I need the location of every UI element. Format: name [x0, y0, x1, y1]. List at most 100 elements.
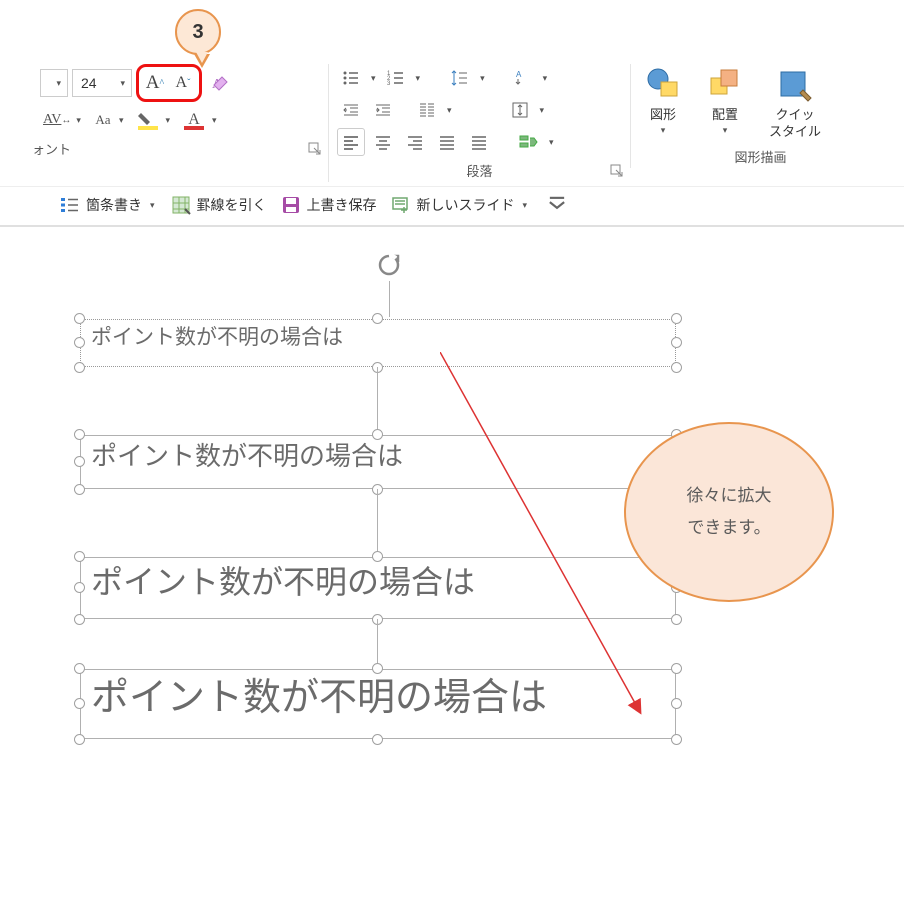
- resize-handle[interactable]: [671, 698, 682, 709]
- resize-handle[interactable]: [74, 313, 85, 324]
- drawing-group: 図形 ▾ 配置 ▾ クイッ スタイル 図形描画: [630, 64, 890, 168]
- font-name-select[interactable]: ▾: [40, 69, 68, 97]
- svg-text:3: 3: [387, 81, 391, 87]
- chevron-down-icon[interactable]: ▾: [163, 115, 172, 126]
- qat-bullets-label: 箇条書き: [86, 195, 142, 215]
- highlight-color-button[interactable]: [135, 106, 163, 134]
- connector-line: [377, 489, 378, 557]
- font-group-label: ォント: [32, 139, 328, 158]
- decrease-indent-button[interactable]: [337, 96, 365, 124]
- textbox-2[interactable]: ポイント数が不明の場合は: [80, 435, 676, 489]
- bullets-button[interactable]: [337, 64, 365, 92]
- chevron-down-icon[interactable]: ▾: [210, 115, 219, 126]
- arrange-button[interactable]: 配置 ▾: [701, 64, 749, 138]
- chevron-down-icon[interactable]: ▾: [547, 137, 556, 148]
- dialog-launcher-icon[interactable]: [308, 142, 322, 156]
- textbox-1[interactable]: ポイント数が不明の場合は: [80, 319, 676, 367]
- resize-handle[interactable]: [74, 734, 85, 745]
- chevron-down-icon: ▾: [148, 200, 157, 211]
- chevron-down-icon[interactable]: ▾: [414, 73, 423, 84]
- text-direction-button[interactable]: A: [509, 64, 537, 92]
- textbox-1-text: ポイント数が不明の場合は: [91, 325, 343, 349]
- line-spacing-button[interactable]: [446, 64, 474, 92]
- ribbon-area: 3 ▾ 24 ▾ A^ Aˇ A: [0, 0, 904, 227]
- resize-handle[interactable]: [372, 734, 383, 745]
- chevron-down-icon[interactable]: ▾: [538, 105, 547, 116]
- align-center-button[interactable]: [369, 128, 397, 156]
- resize-handle[interactable]: [671, 313, 682, 324]
- columns-button[interactable]: [413, 96, 441, 124]
- chevron-down-icon[interactable]: ▾: [74, 115, 83, 126]
- quick-access-toolbar: 箇条書き ▾ 罫線を引く 上書き保存 新しいスライド ▾: [0, 186, 904, 227]
- font-group: ▾ 24 ▾ A^ Aˇ A AV ↔ ▾: [32, 64, 328, 160]
- qat-grid-label: 罫線を引く: [197, 195, 267, 215]
- textbox-4-text: ポイント数が不明の場合は: [91, 677, 547, 719]
- font-size-value: 24: [81, 75, 97, 91]
- qat-newslide-label: 新しいスライド: [417, 195, 515, 215]
- resize-handle[interactable]: [74, 484, 85, 495]
- chevron-down-icon: ▾: [521, 200, 530, 211]
- resize-handle[interactable]: [74, 362, 85, 373]
- chevron-down-icon: ▾: [54, 78, 63, 89]
- resize-handle[interactable]: [74, 582, 85, 593]
- callout-line2: できます。: [687, 512, 772, 544]
- qat-save-label: 上書き保存: [307, 195, 377, 215]
- qat-bullets-button[interactable]: 箇条書き ▾: [60, 195, 157, 215]
- resize-handle[interactable]: [74, 614, 85, 625]
- distribute-button[interactable]: [465, 128, 493, 156]
- rotation-handle-icon[interactable]: [376, 252, 402, 317]
- resize-handle[interactable]: [671, 362, 682, 373]
- clear-formatting-button[interactable]: A: [206, 69, 234, 97]
- textbox-3[interactable]: ポイント数が不明の場合は: [80, 557, 676, 619]
- resize-handle[interactable]: [671, 663, 682, 674]
- resize-handle[interactable]: [372, 313, 383, 324]
- resize-handle[interactable]: [671, 337, 682, 348]
- chevron-down-icon[interactable]: ▾: [369, 73, 378, 84]
- slide-canvas: ポイント数が不明の場合は ポイント数が不明の場合は ポイント数が不明の場合は: [0, 227, 904, 807]
- svg-text:A: A: [516, 70, 522, 79]
- textbox-4[interactable]: ポイント数が不明の場合は: [80, 669, 676, 739]
- paragraph-group: ▾ 123 ▾ ▾ A ▾ ▾ ▾: [328, 64, 630, 182]
- chevron-down-icon[interactable]: ▾: [117, 115, 126, 126]
- chevron-down-icon[interactable]: ▾: [541, 73, 550, 84]
- resize-handle[interactable]: [74, 456, 85, 467]
- smartart-button[interactable]: [515, 128, 543, 156]
- decrease-font-size-button[interactable]: Aˇ: [169, 69, 197, 97]
- qat-overflow-button[interactable]: [547, 195, 567, 215]
- dialog-launcher-icon[interactable]: [610, 164, 624, 178]
- chevron-down-icon: ▾: [721, 125, 730, 136]
- qat-save-button[interactable]: 上書き保存: [281, 195, 377, 215]
- resize-handle[interactable]: [671, 734, 682, 745]
- qat-grid-button[interactable]: 罫線を引く: [171, 195, 267, 215]
- shapes-button[interactable]: 図形 ▾: [639, 64, 687, 138]
- connector-line: [377, 619, 378, 669]
- char-spacing-button[interactable]: AV ↔: [40, 106, 74, 134]
- textbox-3-text: ポイント数が不明の場合は: [91, 564, 475, 600]
- quick-styles-button[interactable]: クイッ スタイル: [763, 64, 827, 142]
- drawing-group-label: 図形描画: [631, 147, 890, 166]
- change-case-button[interactable]: Aa: [89, 106, 117, 134]
- resize-handle[interactable]: [372, 429, 383, 440]
- align-left-button[interactable]: [337, 128, 365, 156]
- resize-handle[interactable]: [671, 614, 682, 625]
- increase-font-size-button[interactable]: A^: [141, 69, 169, 97]
- resize-handle[interactable]: [74, 698, 85, 709]
- chevron-down-icon[interactable]: ▾: [478, 73, 487, 84]
- align-justify-button[interactable]: [433, 128, 461, 156]
- resize-handle[interactable]: [372, 551, 383, 562]
- resize-handle[interactable]: [74, 429, 85, 440]
- qat-newslide-button[interactable]: 新しいスライド ▾: [391, 195, 530, 215]
- chevron-down-icon: ▾: [118, 78, 127, 89]
- align-text-button[interactable]: [506, 96, 534, 124]
- font-size-select[interactable]: 24 ▾: [72, 69, 132, 97]
- resize-handle[interactable]: [74, 551, 85, 562]
- align-right-button[interactable]: [401, 128, 429, 156]
- increase-indent-button[interactable]: [369, 96, 397, 124]
- resize-handle[interactable]: [74, 663, 85, 674]
- resize-handle[interactable]: [74, 337, 85, 348]
- chevron-down-icon[interactable]: ▾: [445, 105, 454, 116]
- resize-handle[interactable]: [372, 663, 383, 674]
- step-number: 3: [192, 21, 203, 44]
- font-color-underline: [184, 126, 206, 132]
- numbering-button[interactable]: 123: [382, 64, 410, 92]
